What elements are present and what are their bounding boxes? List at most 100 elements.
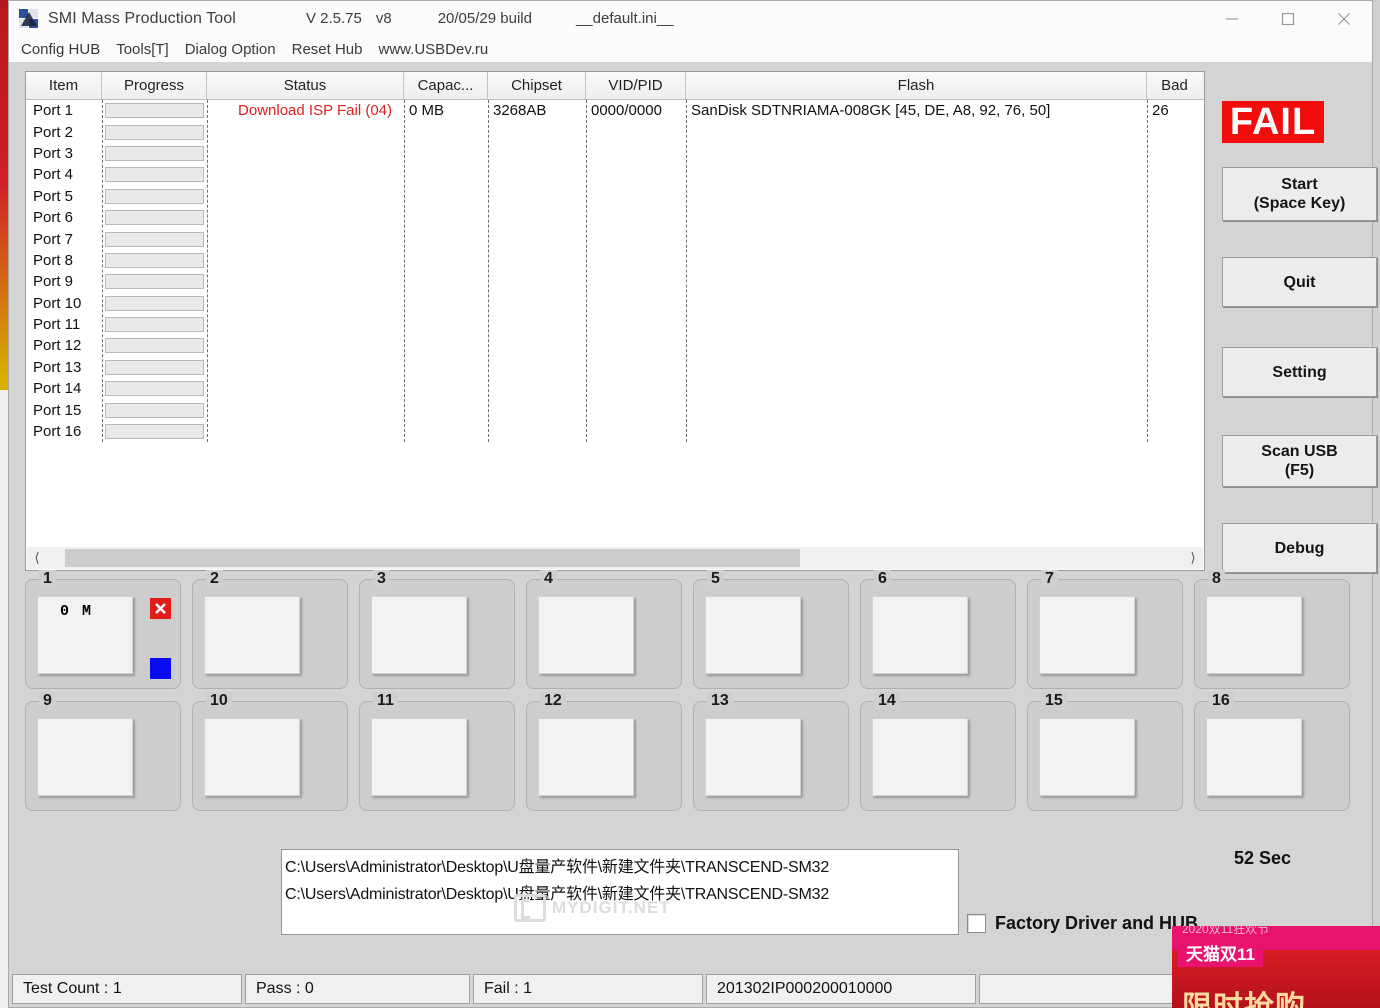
progress-bar [105, 103, 204, 119]
port-panel-3[interactable]: 3 [359, 570, 515, 689]
table-row[interactable]: Port 16 [26, 421, 1204, 442]
port-panel-1[interactable]: 10 M [25, 570, 181, 689]
minimize-icon [1226, 17, 1238, 20]
scroll-right-arrow-icon[interactable]: ⟩ [1183, 550, 1203, 566]
table-row[interactable]: Port 2 [26, 121, 1204, 142]
debug-button[interactable]: Debug [1222, 523, 1377, 573]
port-panel-4[interactable]: 4 [526, 570, 682, 689]
cell-item: Port 1 [33, 102, 74, 120]
table-row[interactable]: Port 10 [26, 293, 1204, 314]
menu-item-tools[interactable]: Tools[T] [116, 41, 169, 58]
log-textbox[interactable]: C:\Users\Administrator\Desktop\U盘量产软件\新建… [281, 849, 959, 935]
port-panel-number: 14 [874, 692, 900, 710]
column-header-bad[interactable]: Bad [1147, 72, 1202, 99]
cell-progress [102, 359, 207, 375]
column-header-chipset[interactable]: Chipset [488, 72, 586, 99]
menu-item-config-hub[interactable]: Config HUB [21, 41, 100, 58]
port-panel-display [872, 596, 968, 674]
ad-headline: 限时抢购 [1182, 991, 1306, 1008]
cell-item: Port 5 [33, 187, 74, 205]
port-panel-13[interactable]: 13 [693, 692, 849, 811]
port-panel-display [538, 718, 634, 796]
port-panel-11[interactable]: 11 [359, 692, 515, 811]
table-row[interactable]: Port 5 [26, 186, 1204, 207]
factory-driver-checkbox[interactable] [967, 914, 986, 933]
port-panel-8[interactable]: 8 [1194, 570, 1350, 689]
scroll-left-arrow-icon[interactable]: ⟨ [27, 550, 47, 566]
minimize-button[interactable] [1204, 1, 1260, 36]
cell-item: Port 16 [33, 423, 82, 441]
port-panel-14[interactable]: 14 [860, 692, 1016, 811]
ad-overlay[interactable]: 2020双11狂欢节 天猫双11 限时抢购 [1172, 926, 1380, 1008]
table-row[interactable]: Port 14 [26, 378, 1204, 399]
progress-bar [105, 145, 204, 161]
port-panel-15[interactable]: 15 [1027, 692, 1183, 811]
table-horizontal-scrollbar[interactable]: ⟨ ⟩ [27, 547, 1203, 569]
menu-item-usbdev-link[interactable]: www.USBDev.ru [378, 41, 488, 58]
scrollbar-track[interactable] [47, 549, 1183, 567]
close-button[interactable] [1316, 1, 1372, 36]
column-header-capacity[interactable]: Capac... [404, 72, 488, 99]
table-row[interactable]: Port 4 [26, 164, 1204, 185]
factory-driver-option[interactable]: Factory Driver and HUB [967, 913, 1198, 934]
column-header-progress[interactable]: Progress [102, 72, 207, 99]
port-panel-row-1: 10 M 2 3 4 5 6 7 8 [25, 570, 1375, 689]
port-panel-number: 2 [206, 570, 223, 588]
cell-progress [102, 103, 207, 119]
table-row[interactable]: Port 1 Download ISP Fail (04) 0 MB 3268AB 00… [26, 100, 1204, 121]
port-panel-number: 8 [1208, 570, 1225, 588]
maximize-button[interactable] [1260, 1, 1316, 36]
cell-progress [102, 145, 207, 161]
port-panel-7[interactable]: 7 [1027, 570, 1183, 689]
port-panel-9[interactable]: 9 [25, 692, 181, 811]
cell-item: Port 4 [33, 166, 74, 184]
table-row[interactable]: Port 11 [26, 314, 1204, 335]
quit-button[interactable]: Quit [1222, 257, 1377, 307]
cell-progress [102, 274, 207, 290]
table-row[interactable]: Port 13 [26, 357, 1204, 378]
port-panel-2[interactable]: 2 [192, 570, 348, 689]
port-panel-number: 13 [707, 692, 733, 710]
setting-button[interactable]: Setting [1222, 347, 1377, 397]
menu-item-reset-hub[interactable]: Reset Hub [292, 41, 363, 58]
port-panel-display [872, 718, 968, 796]
status-badge: FAIL [1222, 101, 1324, 143]
column-header-flash[interactable]: Flash [686, 72, 1147, 99]
port-panel-5[interactable]: 5 [693, 570, 849, 689]
progress-bar [105, 338, 204, 354]
start-button[interactable]: Start (Space Key) [1222, 167, 1377, 221]
table-row[interactable]: Port 8 [26, 250, 1204, 271]
cell-flash: SanDisk SDTNRIAMA-008GK [45, DE, A8, 92,… [691, 102, 1051, 120]
scan-usb-button[interactable]: Scan USB (F5) [1222, 435, 1377, 487]
port-panel-10[interactable]: 10 [192, 692, 348, 811]
menu-item-dialog-option[interactable]: Dialog Option [185, 41, 276, 58]
port-panel-6[interactable]: 6 [860, 570, 1016, 689]
cell-item: Port 15 [33, 401, 82, 419]
port-panel-16[interactable]: 16 [1194, 692, 1350, 811]
table-row[interactable]: Port 6 [26, 207, 1204, 228]
table-row[interactable]: Port 15 [26, 399, 1204, 420]
scan-usb-button-line2: (F5) [1284, 462, 1315, 479]
progress-bar [105, 424, 204, 440]
table-header-row: Item Progress Status Capac... Chipset VI… [26, 72, 1204, 100]
column-header-vidpid[interactable]: VID/PID [586, 72, 686, 99]
scan-usb-button-line1: Scan USB [1261, 443, 1338, 460]
table-row[interactable]: Port 7 [26, 228, 1204, 249]
main-window: SMI Mass Production Tool V 2.5.75 v8 20/… [8, 0, 1377, 1008]
table-row[interactable]: Port 3 [26, 143, 1204, 164]
port-panel-12[interactable]: 12 [526, 692, 682, 811]
port-panel-display [705, 596, 801, 674]
column-header-status[interactable]: Status [207, 72, 404, 99]
cell-progress [102, 338, 207, 354]
port-panel-display [1039, 596, 1135, 674]
port-capacity-label: 0 M [60, 603, 94, 620]
window-build-date: 20/05/29 build [437, 10, 532, 27]
column-header-item[interactable]: Item [26, 72, 102, 99]
column-divider [586, 100, 587, 443]
scrollbar-thumb[interactable] [65, 549, 800, 567]
factory-driver-label: Factory Driver and HUB [995, 913, 1199, 933]
table-row[interactable]: Port 12 [26, 335, 1204, 356]
port-panel-display [371, 596, 467, 674]
table-row[interactable]: Port 9 [26, 271, 1204, 292]
column-divider [102, 100, 103, 443]
